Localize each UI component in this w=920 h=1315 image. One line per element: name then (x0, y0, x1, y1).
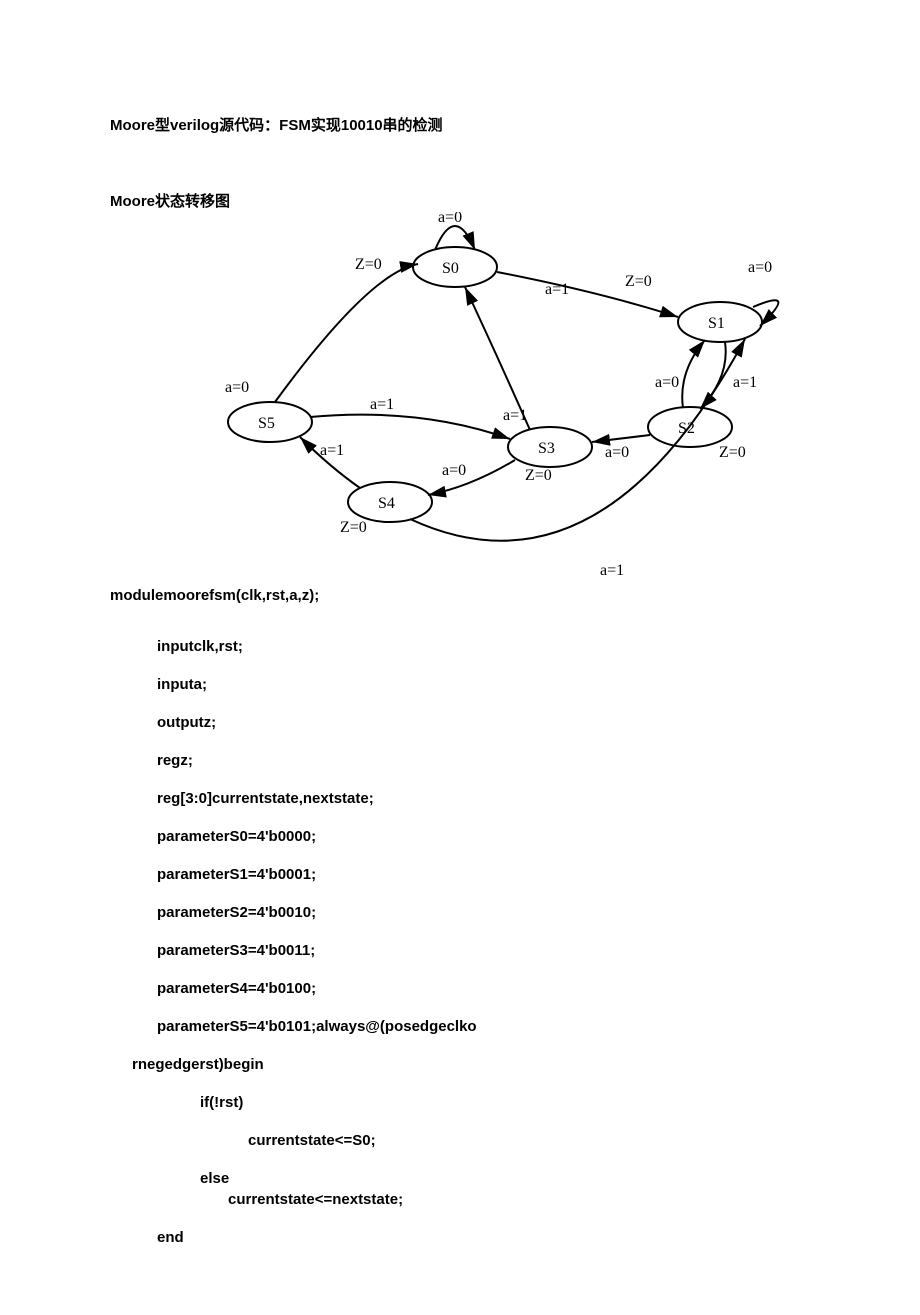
svg-text:a=0: a=0 (438, 212, 462, 226)
svg-text:a=0: a=0 (655, 374, 679, 391)
svg-text:Z=0: Z=0 (625, 273, 652, 290)
fsm-diagram-svg: S0 Z=0 a=0 S1 Z=0 a=0 S2 Z=0 S3 Z=0 S4 Z… (200, 212, 810, 577)
state-diagram: S0 Z=0 a=0 S1 Z=0 a=0 S2 Z=0 S3 Z=0 S4 Z… (200, 212, 810, 577)
svg-text:a=0: a=0 (442, 462, 466, 479)
svg-text:S1: S1 (708, 315, 725, 332)
document-title: Moore型verilog源代码：FSM实现10010串的检测 (110, 115, 810, 136)
code-cur-next: currentstate<=nextstate; (110, 1189, 810, 1210)
svg-text:a=1: a=1 (733, 374, 757, 391)
code-rnegedge: rnegedgerst)begin (110, 1054, 810, 1075)
svg-text:Z=0: Z=0 (719, 444, 746, 461)
code-param-s5-always: parameterS5=4'b0101;always@(posedgeclko (110, 1016, 810, 1037)
code-regstate: reg[3:0]currentstate,nextstate; (110, 788, 810, 809)
code-param-s0: parameterS0=4'b0000; (110, 826, 810, 847)
svg-text:S3: S3 (538, 440, 555, 457)
svg-text:Z=0: Z=0 (525, 467, 552, 484)
svg-text:a=0: a=0 (225, 379, 249, 396)
code-param-s1: parameterS1=4'b0001; (110, 864, 810, 885)
svg-text:a=1: a=1 (320, 442, 344, 459)
svg-text:S5: S5 (258, 415, 275, 432)
svg-text:Z=0: Z=0 (340, 519, 367, 536)
svg-text:S0: S0 (442, 260, 459, 277)
code-param-s4: parameterS4=4'b0100; (110, 978, 810, 999)
code-input1: inputclk,rst; (110, 636, 810, 657)
svg-text:a=1: a=1 (600, 562, 624, 577)
svg-text:Z=0: Z=0 (355, 256, 382, 273)
code-output: outputz; (110, 712, 810, 733)
code-regz: regz; (110, 750, 810, 771)
code-end: end (110, 1227, 810, 1248)
diagram-subtitle: Moore状态转移图 (110, 191, 810, 212)
code-else: else (110, 1168, 810, 1189)
svg-text:a=0: a=0 (748, 259, 772, 276)
code-param-s2: parameterS2=4'b0010; (110, 902, 810, 923)
svg-text:a=1: a=1 (503, 407, 527, 424)
verilog-code: modulemoorefsm(clk,rst,a,z); inputclk,rs… (110, 585, 810, 1248)
svg-text:a=1: a=1 (370, 396, 394, 413)
code-cur-s0: currentstate<=S0; (110, 1130, 810, 1151)
code-param-s3: parameterS3=4'b0011; (110, 940, 810, 961)
svg-text:a=0: a=0 (605, 444, 629, 461)
code-input2: inputa; (110, 674, 810, 695)
svg-text:a=1: a=1 (545, 281, 569, 298)
svg-text:S4: S4 (378, 495, 395, 512)
code-if-rst: if(!rst) (110, 1092, 810, 1113)
code-module-decl: modulemoorefsm(clk,rst,a,z); (110, 585, 810, 606)
